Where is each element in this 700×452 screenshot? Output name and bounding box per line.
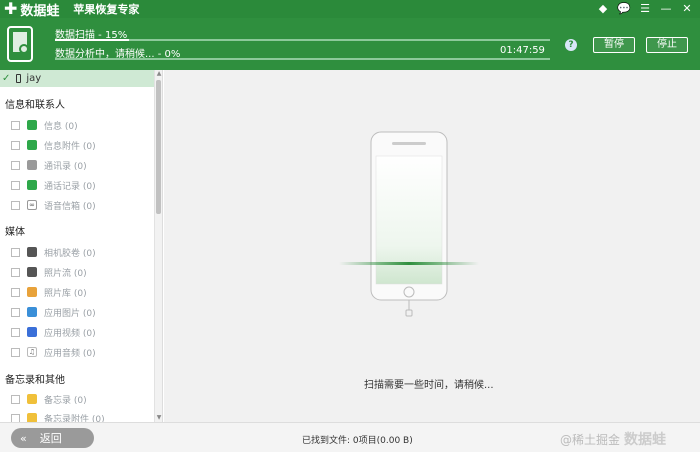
app-logo: ✚ 数据蛙	[4, 0, 59, 19]
section-media: 媒体	[5, 227, 25, 238]
footer-bar: « 返回 已找到文件: 0项目(0.00 B) @稀土掘金 数据蛙	[0, 422, 700, 452]
category-sidebar: ✓ jay 信息和联系人 信息 (0) 信息附件 (0) 通讯录 (0) 通话记…	[0, 70, 163, 422]
scan-progress-bar	[55, 39, 550, 41]
phone-icon	[27, 180, 37, 190]
checkbox[interactable]	[11, 347, 20, 357]
message-icon	[27, 120, 37, 130]
notes-attachment-icon	[27, 413, 37, 422]
category-item[interactable]: 信息附件 (0)	[11, 138, 96, 152]
device-row[interactable]: ✓ jay	[0, 70, 154, 87]
category-item[interactable]: 备忘录附件 (0)	[11, 411, 105, 422]
checkbox[interactable]	[11, 267, 20, 277]
pause-button[interactable]: 暂停	[593, 37, 635, 53]
scan-progress-fill	[55, 39, 130, 41]
logo-text: 数据蛙	[20, 3, 60, 19]
iphone-icon	[16, 74, 22, 83]
app-audio-icon: ♫	[27, 347, 37, 357]
app-image-icon	[27, 307, 37, 317]
scan-status-bar: 数据扫描 - 15% 数据分析中，请稍候... - 0% 01:47:59 ? …	[0, 18, 700, 70]
category-item[interactable]: 应用视频 (0)	[11, 325, 96, 339]
message-attachment-icon	[27, 140, 37, 150]
title-bar: ✚ 数据蛙 苹果恢复专家 ◆ 💬 ☰ — ✕	[0, 0, 700, 19]
category-item[interactable]: 应用图片 (0)	[11, 305, 96, 319]
camera-icon	[27, 247, 37, 257]
voicemail-icon: ∞	[27, 200, 37, 210]
section-notes-other: 备忘录和其他	[5, 375, 65, 386]
checkbox[interactable]	[11, 247, 20, 257]
close-icon[interactable]: ✕	[680, 2, 694, 16]
double-left-arrow-icon: «	[20, 431, 27, 445]
iphone-scan-illustration	[339, 131, 479, 317]
category-item[interactable]: 通讯录 (0)	[11, 158, 87, 172]
scan-main-area: 扫描需要一些时间，请稍候...	[164, 70, 700, 422]
category-item[interactable]: 通话记录 (0)	[11, 178, 96, 192]
diamond-icon[interactable]: ◆	[596, 2, 610, 16]
category-item[interactable]: 备忘录 (0)	[11, 392, 87, 406]
chat-icon[interactable]: 💬	[617, 2, 631, 16]
checkbox[interactable]	[11, 180, 20, 190]
section-messages-contacts: 信息和联系人	[5, 100, 65, 111]
plus-icon: ✚	[4, 0, 18, 18]
found-files-status: 已找到文件: 0项目(0.00 B)	[302, 436, 413, 446]
device-name: jay	[26, 73, 42, 84]
app-subtitle: 苹果恢复专家	[73, 3, 140, 16]
minimize-icon[interactable]: —	[659, 2, 673, 16]
contacts-icon	[27, 160, 37, 170]
checkbox[interactable]	[11, 160, 20, 170]
category-item[interactable]: 信息 (0)	[11, 118, 78, 132]
watermark: @稀土掘金 数据蛙	[560, 429, 666, 449]
help-icon[interactable]: ?	[565, 39, 577, 51]
checkmark-icon[interactable]: ✓	[2, 73, 10, 84]
checkbox[interactable]	[11, 200, 20, 210]
notes-icon	[27, 394, 37, 404]
elapsed-time: 01:47:59	[500, 45, 545, 56]
stop-button[interactable]: 停止	[646, 37, 688, 53]
photo-stream-icon	[27, 267, 37, 277]
checkbox[interactable]	[11, 120, 20, 130]
category-item[interactable]: 照片流 (0)	[11, 265, 87, 279]
photo-library-icon	[27, 287, 37, 297]
category-item[interactable]: ∞ 语音信箱 (0)	[11, 198, 96, 212]
watermark-logo: 数据蛙	[624, 432, 667, 448]
phone-scan-icon	[7, 26, 33, 62]
window-controls: ◆ 💬 ☰ — ✕	[596, 2, 694, 16]
menu-icon[interactable]: ☰	[638, 2, 652, 16]
analysis-progress-bar	[55, 58, 550, 60]
scan-wait-message: 扫描需要一些时间，请稍候...	[364, 380, 494, 391]
checkbox[interactable]	[11, 287, 20, 297]
checkbox[interactable]	[11, 413, 20, 422]
checkbox[interactable]	[11, 140, 20, 150]
checkbox[interactable]	[11, 394, 20, 404]
checkbox[interactable]	[11, 307, 20, 317]
category-item[interactable]: ♫ 应用音频 (0)	[11, 345, 96, 359]
watermark-text: @稀土掘金	[560, 432, 621, 447]
category-item[interactable]: 照片库 (0)	[11, 285, 87, 299]
scrollbar-thumb[interactable]	[156, 80, 161, 214]
scroll-down-arrow-icon[interactable]: ▼	[155, 414, 162, 422]
sidebar-scrollbar[interactable]: ▲ ▼	[154, 70, 162, 422]
back-button[interactable]: « 返回	[11, 428, 94, 448]
scroll-up-arrow-icon[interactable]: ▲	[155, 70, 162, 78]
app-video-icon	[27, 327, 37, 337]
checkbox[interactable]	[11, 327, 20, 337]
category-item[interactable]: 相机胶卷 (0)	[11, 245, 96, 259]
